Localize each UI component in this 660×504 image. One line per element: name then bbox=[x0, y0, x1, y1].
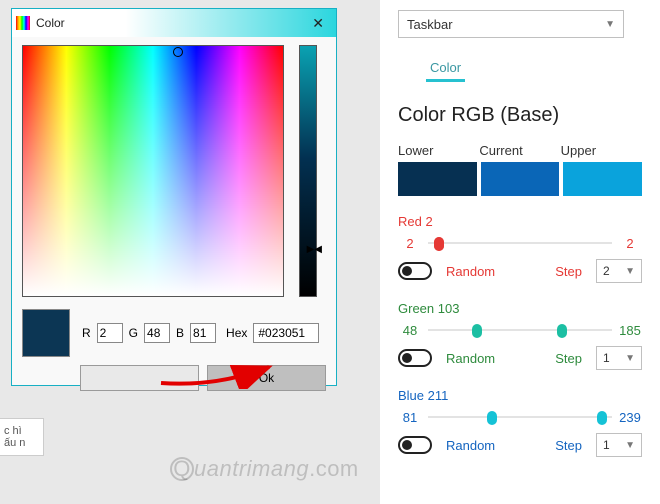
cancel-button[interactable] bbox=[80, 365, 199, 391]
green-thumb-high[interactable] bbox=[557, 324, 567, 338]
upper-label: Upper bbox=[561, 143, 642, 158]
hue-icon bbox=[16, 16, 30, 30]
red-low: 2 bbox=[398, 236, 422, 251]
tab-color[interactable]: Color bbox=[426, 60, 465, 82]
combo-value: Taskbar bbox=[407, 17, 453, 32]
blue-thumb-high[interactable] bbox=[597, 411, 607, 425]
chevron-down-icon: ▼ bbox=[625, 266, 635, 277]
value-handle-icon[interactable]: ▶◀ bbox=[307, 245, 322, 255]
b-label: B bbox=[174, 326, 186, 340]
color-dialog: Color ✕ ▶◀ R G B Hex Ok bbox=[11, 8, 337, 386]
hue-saturation-area[interactable] bbox=[22, 45, 284, 297]
titlebar[interactable]: Color ✕ bbox=[12, 9, 336, 37]
red-thumb-high[interactable] bbox=[434, 237, 444, 251]
red-high: 2 bbox=[618, 236, 642, 251]
green-header: Green 103 bbox=[398, 301, 642, 316]
target-combo[interactable]: Taskbar ▼ bbox=[398, 10, 624, 38]
blue-thumb-low[interactable] bbox=[487, 411, 497, 425]
chevron-down-icon: ▼ bbox=[625, 440, 635, 451]
step-label: Step bbox=[555, 264, 582, 279]
dialog-title: Color bbox=[36, 16, 306, 30]
swatch-current[interactable] bbox=[481, 162, 560, 196]
hex-input[interactable] bbox=[253, 323, 319, 343]
hex-label: Hex bbox=[224, 326, 249, 340]
lower-label: Lower bbox=[398, 143, 479, 158]
blue-slider[interactable] bbox=[428, 409, 612, 425]
green-random-toggle[interactable] bbox=[398, 349, 432, 367]
g-input[interactable] bbox=[144, 323, 170, 343]
r-label: R bbox=[80, 326, 93, 340]
value-strip[interactable] bbox=[299, 45, 317, 297]
red-random-toggle[interactable] bbox=[398, 262, 432, 280]
swatch-upper[interactable] bbox=[563, 162, 642, 196]
green-low: 48 bbox=[398, 323, 422, 338]
r-input[interactable] bbox=[97, 323, 123, 343]
blue-random-toggle[interactable] bbox=[398, 436, 432, 454]
red-slider[interactable] bbox=[428, 235, 612, 251]
green-slider[interactable] bbox=[428, 322, 612, 338]
current-label: Current bbox=[479, 143, 560, 158]
random-label: Random bbox=[446, 264, 495, 279]
blue-low: 81 bbox=[398, 410, 422, 425]
watermark: Quantrimang.com bbox=[170, 456, 359, 482]
blue-high: 239 bbox=[618, 410, 642, 425]
green-thumb-low[interactable] bbox=[472, 324, 482, 338]
blue-header: Blue 211 bbox=[398, 388, 642, 403]
red-header: Red 2 bbox=[398, 214, 642, 229]
swatch-lower[interactable] bbox=[398, 162, 477, 196]
selected-color-swatch bbox=[22, 309, 70, 357]
b-input[interactable] bbox=[190, 323, 216, 343]
section-title: Color RGB (Base) bbox=[398, 104, 642, 127]
background-fragment: c hì ấu n bbox=[0, 418, 44, 456]
blue-step-input[interactable]: 1▼ bbox=[596, 433, 642, 457]
chevron-down-icon: ▼ bbox=[625, 353, 635, 364]
color-cursor[interactable] bbox=[173, 47, 183, 57]
red-step-input[interactable]: 2▼ bbox=[596, 259, 642, 283]
close-icon[interactable]: ✕ bbox=[306, 15, 330, 32]
green-step-input[interactable]: 1▼ bbox=[596, 346, 642, 370]
step-label: Step bbox=[555, 438, 582, 453]
ok-button[interactable]: Ok bbox=[207, 365, 326, 391]
g-label: G bbox=[127, 326, 140, 340]
green-high: 185 bbox=[618, 323, 642, 338]
random-label: Random bbox=[446, 438, 495, 453]
random-label: Random bbox=[446, 351, 495, 366]
settings-panel: Taskbar ▼ Color Color RGB (Base) Lower C… bbox=[380, 0, 660, 504]
step-label: Step bbox=[555, 351, 582, 366]
chevron-down-icon: ▼ bbox=[605, 19, 615, 30]
